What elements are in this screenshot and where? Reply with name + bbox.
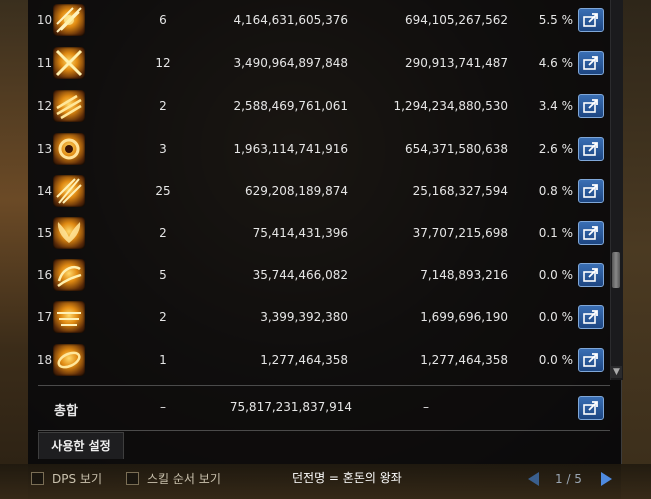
tab-used-settings[interactable]: 사용한 설정: [38, 432, 124, 459]
average-damage: 1,277,464,358: [420, 353, 508, 367]
average-damage: 37,707,215,698: [412, 226, 508, 240]
damage-percent: 4.6 %: [538, 56, 573, 70]
table-row: 18. 1 1,277,464,358 1,277,464,358 0.0 %: [28, 340, 611, 382]
dps-checkbox[interactable]: [31, 472, 44, 485]
hit-count: 1: [159, 353, 167, 367]
total-damage: 2,588,469,761,061: [233, 99, 348, 113]
multi-slash-icon: [53, 175, 85, 207]
share-button[interactable]: [578, 51, 604, 75]
dungeon-name: 던전명 = 혼돈의 왕좌: [292, 471, 402, 485]
table-row: 15. 2 75,414,431,396 37,707,215,698 0.1 …: [28, 213, 611, 255]
damage-percent: 0.0 %: [538, 310, 573, 324]
next-page-arrow-icon[interactable]: [601, 472, 612, 486]
share-button[interactable]: [578, 348, 604, 372]
average-damage: 1,294,234,880,530: [393, 99, 508, 113]
dps-checkbox-label: DPS 보기: [52, 472, 102, 486]
table-row: 10. 6 4,164,631,605,376 694,105,267,562 …: [28, 0, 611, 42]
total-row: 총합 – 75,817,231,837,914 –: [28, 388, 611, 428]
average-damage: 7,148,893,216: [420, 268, 508, 282]
scrollbar-thumb[interactable]: [612, 252, 620, 288]
total-damage: 4,164,631,605,376: [233, 13, 348, 27]
wings-icon: [53, 217, 85, 249]
total-damage: 1,277,464,358: [260, 353, 348, 367]
background-left: [0, 0, 28, 499]
scrollbar[interactable]: [610, 0, 623, 380]
average-damage: 694,105,267,562: [404, 13, 508, 27]
share-icon: [583, 99, 598, 113]
damage-table-panel: 10. 6 4,164,631,605,376 694,105,267,562 …: [28, 0, 623, 464]
share-button[interactable]: [578, 8, 604, 32]
average-damage: 654,371,580,638: [404, 142, 508, 156]
hit-count: 2: [159, 226, 167, 240]
damage-percent: 3.4 %: [538, 99, 573, 113]
hit-count: 5: [159, 268, 167, 282]
table-row: 11. 12 3,490,964,897,848 290,913,741,487…: [28, 43, 611, 85]
share-icon: [583, 13, 598, 27]
hit-count: 12: [155, 56, 171, 70]
share-button[interactable]: [578, 179, 604, 203]
total-damage: 3,490,964,897,848: [233, 56, 348, 70]
skill-order-checkbox[interactable]: [126, 472, 139, 485]
share-button[interactable]: [578, 221, 604, 245]
page-indicator: 1 / 5: [555, 472, 582, 486]
average-damage: 25,168,327,594: [412, 184, 508, 198]
previous-page-arrow-icon[interactable]: [528, 472, 539, 486]
scroll-down-arrow-icon[interactable]: ▼: [611, 366, 622, 378]
share-icon: [583, 268, 598, 282]
table-row: 17. 2 3,399,392,380 1,699,696,190 0.0 %: [28, 297, 611, 339]
share-icon: [583, 226, 598, 240]
divider: [38, 385, 610, 386]
burst-slash-icon: [53, 4, 85, 36]
total-damage: 629,208,189,874: [244, 184, 348, 198]
damage-percent: 0.1 %: [538, 226, 573, 240]
total-damage: 75,414,431,396: [252, 226, 348, 240]
total-damage-sum: 75,817,231,837,914: [229, 400, 352, 414]
total-damage: 1,963,114,741,916: [233, 142, 348, 156]
hit-count: 2: [159, 99, 167, 113]
table-row: 13. 3 1,963,114,741,916 654,371,580,638 …: [28, 129, 611, 171]
fire-ring-icon: [53, 133, 85, 165]
total-damage: 3,399,392,380: [260, 310, 348, 324]
share-icon: [583, 56, 598, 70]
hit-count: 6: [159, 13, 167, 27]
total-label: 총합: [54, 404, 78, 419]
table-row: 16. 5 35,744,466,082 7,148,893,216 0.0 %: [28, 255, 611, 297]
background-right: [621, 0, 651, 499]
average-damage: 290,913,741,487: [404, 56, 508, 70]
wind-streak-icon: [53, 90, 85, 122]
cross-blades-icon: [53, 47, 85, 79]
table-row: 12. 2 2,588,469,761,061 1,294,234,880,53…: [28, 86, 611, 128]
damage-percent: 0.8 %: [538, 184, 573, 198]
hit-count: 3: [159, 142, 167, 156]
damage-percent: 2.6 %: [538, 142, 573, 156]
share-button[interactable]: [578, 94, 604, 118]
table-row: 14. 25 629,208,189,874 25,168,327,594 0.…: [28, 171, 611, 213]
average-damage: 1,699,696,190: [420, 310, 508, 324]
damage-percent: 0.0 %: [538, 353, 573, 367]
share-button[interactable]: [578, 305, 604, 329]
share-icon: [583, 310, 598, 324]
spin-slash-icon: [53, 259, 85, 291]
wave-slash-icon: [53, 301, 85, 333]
total-damage: 35,744,466,082: [252, 268, 348, 282]
hit-count: 2: [159, 310, 167, 324]
share-icon: [583, 142, 598, 156]
total-average: –: [423, 400, 429, 414]
divider: [38, 430, 610, 431]
hit-count: 25: [155, 184, 171, 198]
share-button[interactable]: [578, 137, 604, 161]
share-icon: [583, 353, 598, 367]
total-count: –: [160, 400, 166, 414]
share-button[interactable]: [578, 263, 604, 287]
damage-percent: 0.0 %: [538, 268, 573, 282]
share-icon: [583, 184, 598, 198]
share-total-button[interactable]: [578, 396, 604, 420]
skill-order-checkbox-label: 스킬 순서 보기: [147, 472, 221, 486]
swirl-icon: [53, 344, 85, 376]
damage-percent: 5.5 %: [538, 13, 573, 27]
share-icon: [583, 401, 598, 415]
